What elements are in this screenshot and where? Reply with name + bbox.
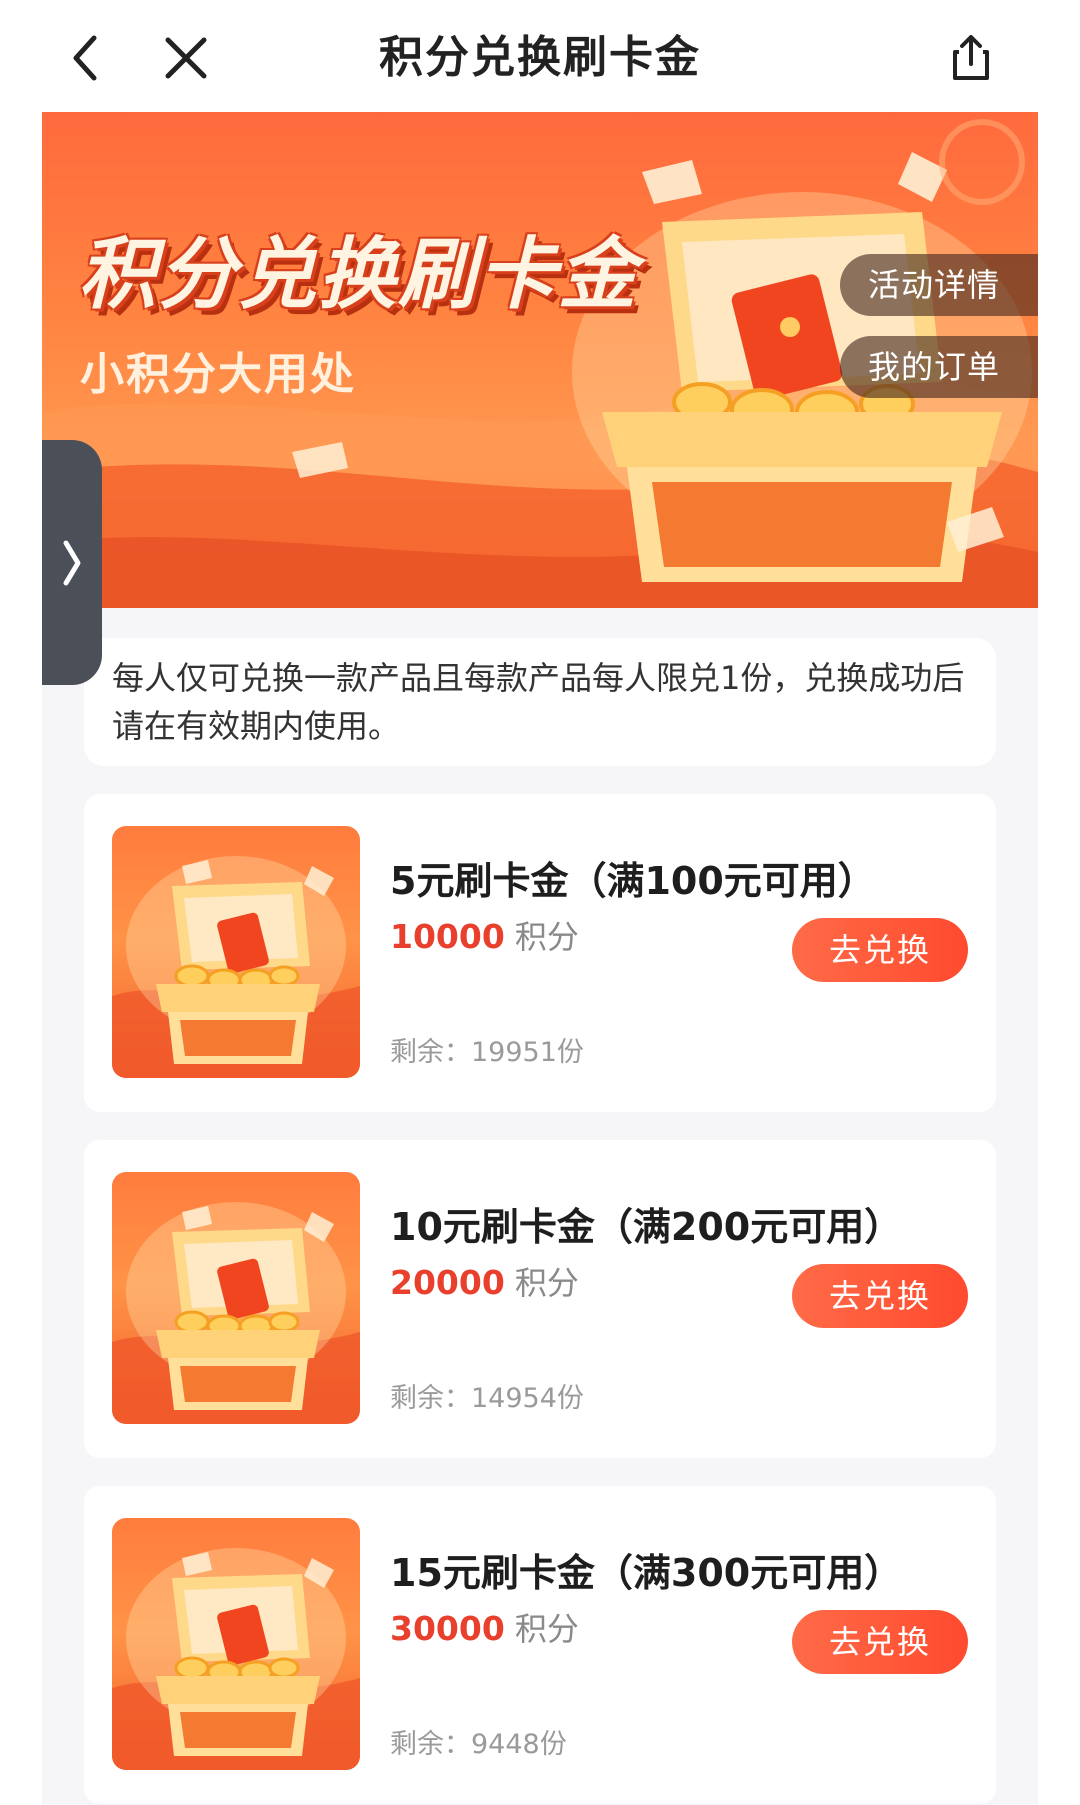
product-points: 10000 bbox=[390, 917, 505, 956]
share-icon bbox=[953, 35, 989, 80]
banner-subtitle: 小积分大用处 bbox=[80, 349, 356, 400]
activity-details-button[interactable]: 活动详情 bbox=[840, 254, 1038, 316]
share-button[interactable] bbox=[935, 22, 1007, 94]
product-image bbox=[112, 826, 360, 1078]
page-title: 积分兑换刷卡金 bbox=[379, 32, 701, 83]
side-expand-tab[interactable] bbox=[42, 440, 102, 685]
exchange-button[interactable]: 去兑换 bbox=[792, 918, 968, 982]
points-unit: 积分 bbox=[514, 918, 579, 956]
exchange-button[interactable]: 去兑换 bbox=[792, 1264, 968, 1328]
product-image bbox=[112, 1518, 360, 1770]
chevron-right-icon bbox=[63, 540, 81, 585]
product-title: 15元刷卡金（满300元可用） bbox=[390, 1551, 903, 1595]
my-orders-button[interactable]: 我的订单 bbox=[840, 336, 1038, 398]
treasure-chest-icon bbox=[112, 1548, 360, 1770]
product-image bbox=[112, 1172, 360, 1424]
close-icon bbox=[165, 37, 207, 79]
product-stock: 剩余：19951份 bbox=[390, 1037, 584, 1068]
hero-banner: 积分兑换刷卡金 小积分大用处 活动详情 我的订单 bbox=[42, 112, 1038, 608]
navbar: 积分兑换刷卡金 bbox=[0, 0, 1080, 112]
banner-title: 积分兑换刷卡金 bbox=[78, 230, 639, 320]
exchange-notice: 每人仅可兑换一款产品且每款产品每人限兑1份，兑换成功后请在有效期内使用。 bbox=[84, 638, 996, 766]
back-button[interactable] bbox=[50, 22, 122, 94]
product-price: 10000 积分 bbox=[390, 912, 579, 958]
product-card: 15元刷卡金（满300元可用） 30000 积分 剩余：9448份 去兑换 bbox=[84, 1486, 996, 1804]
points-unit: 积分 bbox=[514, 1610, 579, 1648]
product-points: 20000 bbox=[390, 1263, 505, 1302]
treasure-chest-icon bbox=[112, 856, 360, 1078]
page: 积分兑换刷卡金 积分兑换刷卡金 小积分大用处 活动详情 我的订单 每人仅可兑换一… bbox=[0, 0, 1080, 1805]
product-card: 5元刷卡金（满100元可用） 10000 积分 剩余：19951份 去兑换 bbox=[84, 794, 996, 1112]
treasure-chest-icon bbox=[112, 1202, 360, 1424]
product-price: 30000 积分 bbox=[390, 1604, 579, 1650]
product-card: 10元刷卡金（满200元可用） 20000 积分 剩余：14954份 去兑换 bbox=[84, 1140, 996, 1458]
product-title: 10元刷卡金（满200元可用） bbox=[390, 1205, 903, 1249]
close-button[interactable] bbox=[150, 22, 222, 94]
product-points: 30000 bbox=[390, 1609, 505, 1648]
product-stock: 剩余：9448份 bbox=[390, 1729, 567, 1760]
exchange-button[interactable]: 去兑换 bbox=[792, 1610, 968, 1674]
product-title: 5元刷卡金（满100元可用） bbox=[390, 859, 876, 903]
chevron-left-icon bbox=[73, 35, 97, 81]
points-unit: 积分 bbox=[514, 1264, 579, 1302]
product-price: 20000 积分 bbox=[390, 1258, 579, 1304]
product-stock: 剩余：14954份 bbox=[390, 1383, 584, 1414]
